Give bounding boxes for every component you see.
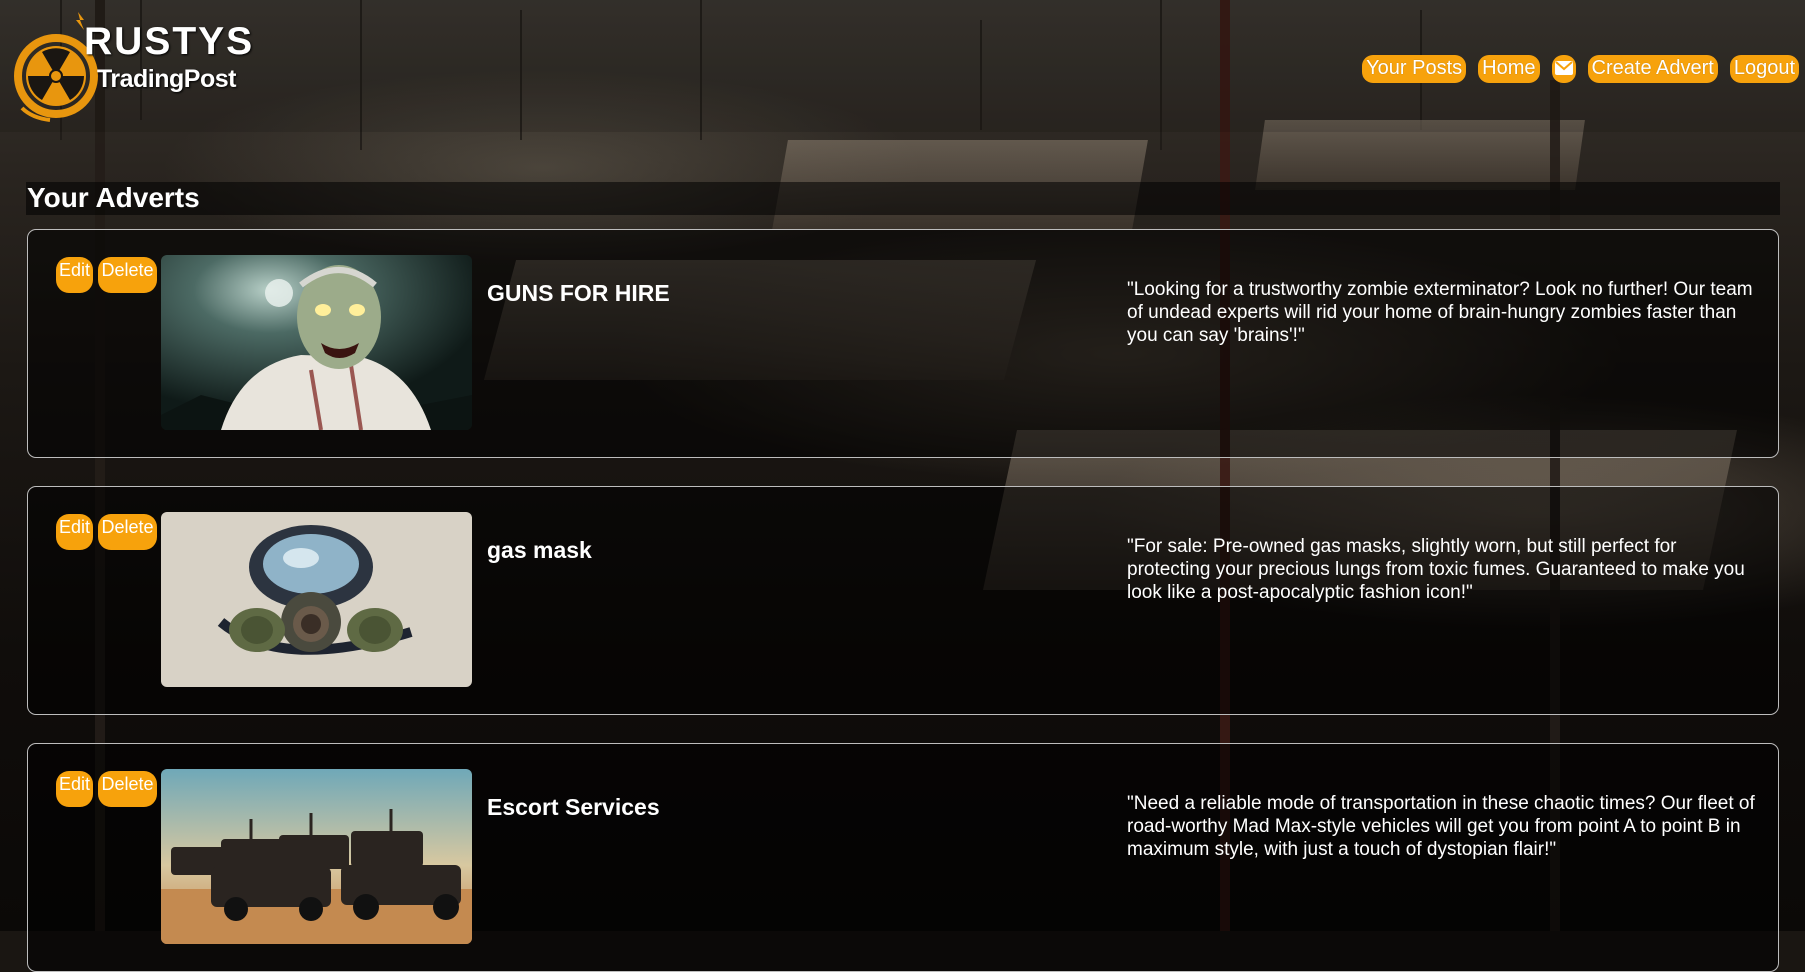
advert-title: Escort Services [487,794,660,820]
advert-description: "Need a reliable mode of transportation … [1127,793,1755,860]
messages-button[interactable] [1551,55,1576,83]
vehicles-image[interactable] [161,769,472,944]
brand-name-bottom: TradingPost [97,65,236,93]
delete-button[interactable]: Delete [98,514,157,550]
advert-title: GUNS FOR HIRE [487,280,670,306]
advert-title: gas mask [487,537,592,563]
home-button[interactable]: Home [1478,55,1540,83]
your-posts-button[interactable]: Your Posts [1362,55,1467,83]
advert-card: Edit Delete gas mask "For sale: Pre-owne… [27,486,1779,715]
main-nav: Your Posts Home Create Advert Logout [1362,55,1799,83]
section-title-bar [26,182,1780,215]
brand-logotype[interactable]: RUSTYS TradingPost [84,22,254,92]
edit-button[interactable]: Edit [56,771,93,807]
delete-button[interactable]: Delete [98,257,157,293]
edit-button[interactable]: Edit [56,514,93,550]
brand-name-top: RUSTYS [84,20,255,63]
delete-button[interactable]: Delete [98,771,157,807]
advert-description: "For sale: Pre-owned gas masks, slightly… [1127,536,1745,603]
zombie-image[interactable] [161,255,472,430]
gas-mask-image[interactable] [161,512,472,687]
edit-button[interactable]: Edit [56,257,93,293]
page-title: Your Adverts [27,182,200,213]
advert-card: Edit Delete Escort Services "Need a reli… [27,743,1779,972]
advert-card: Edit Delete GUNS FOR HIRE "Looking for a… [27,229,1779,458]
site-header: RUSTYS TradingPost Your Posts Home Creat… [0,0,1805,132]
envelope-icon [1554,58,1573,80]
create-advert-button[interactable]: Create Advert [1587,55,1718,83]
logout-button[interactable]: Logout [1729,55,1799,83]
advert-description: "Looking for a trustworthy zombie exterm… [1127,279,1753,346]
